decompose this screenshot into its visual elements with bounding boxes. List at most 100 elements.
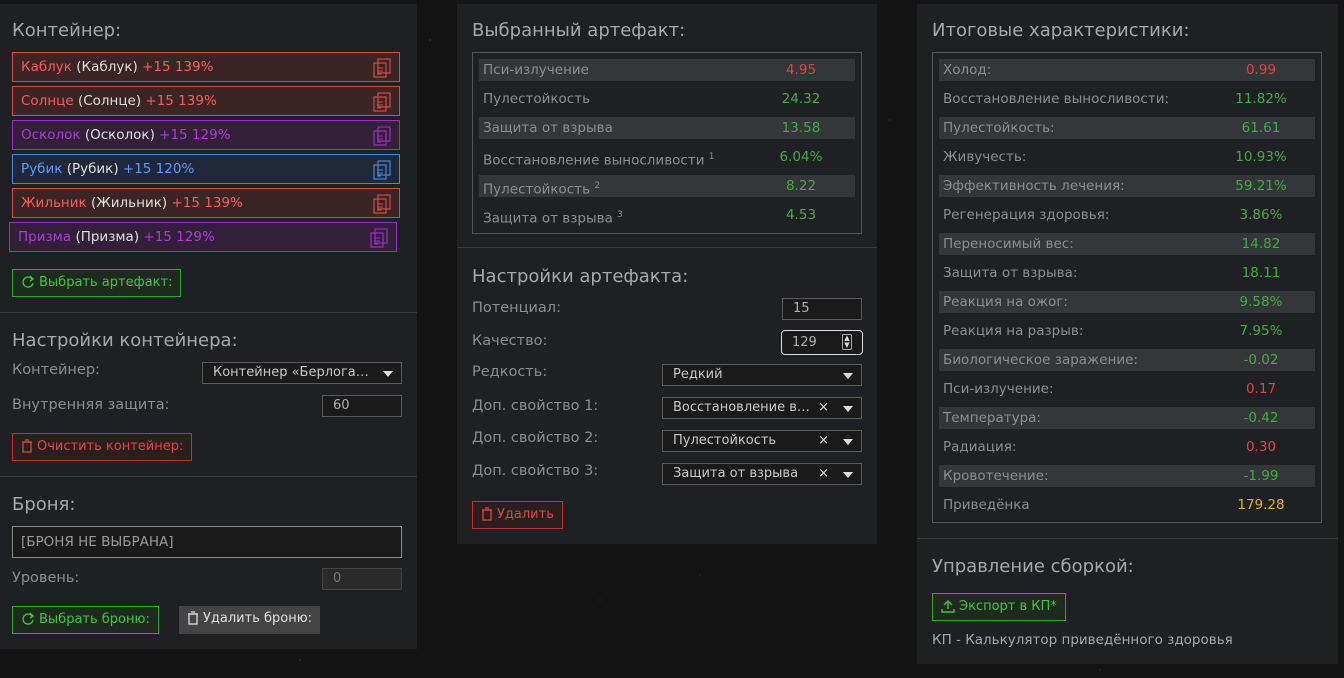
armor-title: Броня: bbox=[12, 494, 76, 515]
divider bbox=[457, 247, 877, 248]
delete-artifact-label: Удалить bbox=[497, 507, 554, 522]
upload-icon bbox=[941, 600, 955, 613]
artifact-original-name: (Солнце) bbox=[77, 93, 142, 109]
prop3-select[interactable]: Защита от взрыва × bbox=[662, 463, 862, 485]
armor-field[interactable]: [БРОНЯ НЕ ВЫБРАНА] bbox=[12, 526, 402, 558]
stat-name: Эффективность лечения: bbox=[943, 178, 1125, 194]
quality-input[interactable]: 129 ▲ ▼ bbox=[781, 330, 863, 355]
stat-index: 2 bbox=[594, 181, 601, 191]
stat-value: 6.04% bbox=[779, 149, 823, 165]
select-artifact-label: Выбрать артефакт: bbox=[39, 275, 173, 290]
copy-icon[interactable] bbox=[373, 92, 391, 112]
container-select[interactable]: Контейнер «Берлога… bbox=[202, 362, 402, 384]
stat-index: 3 bbox=[617, 210, 623, 220]
artifact-slot[interactable]: Солнце (Солнце) +15 139% bbox=[12, 86, 400, 116]
rarity-value: Редкий bbox=[673, 367, 723, 382]
artifact-level: +15 120% bbox=[122, 161, 195, 177]
stat-row: Защита от взрыва 13.58 bbox=[479, 117, 855, 139]
stat-row: Приведёнка 179.28 bbox=[939, 494, 1315, 516]
stat-value: 0.17 bbox=[1245, 381, 1277, 397]
artifact-slot[interactable]: Каблук (Каблук) +15 139% bbox=[12, 52, 400, 82]
chevron-down-icon bbox=[843, 373, 853, 379]
artifact-settings-title: Настройки артефакта: bbox=[472, 266, 689, 287]
stat-row: Восстановление выносливости 1 6.04% bbox=[479, 146, 855, 169]
stat-name: Пулестойкость 2 bbox=[483, 181, 601, 198]
artifact-slot[interactable]: Жильник (Жильник) +15 139% bbox=[12, 188, 400, 218]
stat-value: 14.82 bbox=[1241, 236, 1281, 252]
copy-icon[interactable] bbox=[373, 126, 391, 146]
artifact-name: Призма bbox=[18, 229, 72, 245]
artifact-name: Каблук bbox=[21, 59, 72, 75]
stat-value: 7.95% bbox=[1239, 323, 1283, 339]
rarity-label: Редкость: bbox=[472, 364, 548, 380]
stat-row: Живучесть: 10.93% bbox=[939, 146, 1315, 168]
spinner-icon[interactable]: ▲ ▼ bbox=[842, 334, 852, 350]
artifact-original-name: (Осколок) bbox=[84, 127, 155, 143]
stat-row: Радиация: 0.30 bbox=[939, 436, 1315, 458]
artifact-slot[interactable]: Призма (Призма) +15 129% bbox=[9, 222, 397, 252]
container-label: Контейнер: bbox=[12, 362, 100, 378]
stat-row: Реакция на ожог: 9.58% bbox=[939, 291, 1315, 313]
stat-value: 24.32 bbox=[781, 91, 821, 107]
prop3-label: Доп. свойство 3: bbox=[472, 463, 599, 479]
stat-name: Температура: bbox=[943, 410, 1041, 426]
copy-icon[interactable] bbox=[373, 160, 391, 180]
stat-value: 59.21% bbox=[1235, 178, 1287, 194]
select-armor-button[interactable]: Выбрать броню: bbox=[12, 606, 159, 634]
stat-name: Радиация: bbox=[943, 439, 1017, 455]
stat-name: Переносимый вес: bbox=[943, 236, 1074, 252]
rarity-select[interactable]: Редкий bbox=[662, 364, 862, 386]
chevron-down-icon bbox=[843, 406, 853, 412]
artifact-original-name: (Рубик) bbox=[66, 161, 119, 177]
trash-icon bbox=[22, 439, 32, 453]
artifact-level: +15 139% bbox=[145, 93, 217, 109]
clear-icon[interactable]: × bbox=[818, 398, 829, 418]
stat-row: Пулестойкость 2 8.22 bbox=[479, 175, 855, 198]
stat-name: Восстановление выносливости: bbox=[943, 91, 1170, 107]
container-select-value: Контейнер «Берлога… bbox=[213, 365, 369, 380]
totals-title: Итоговые характеристики: bbox=[932, 20, 1190, 41]
potential-input[interactable]: 15 bbox=[782, 298, 862, 320]
stat-row: Защита от взрыва: 18.11 bbox=[939, 262, 1315, 284]
select-artifact-button[interactable]: Выбрать артефакт: bbox=[12, 269, 182, 297]
stat-row: Холод: 0.99 bbox=[939, 59, 1315, 81]
stat-row: Эффективность лечения: 59.21% bbox=[939, 175, 1315, 197]
trash-icon bbox=[188, 611, 198, 625]
stat-value: 9.58% bbox=[1239, 294, 1283, 310]
copy-icon[interactable] bbox=[373, 58, 391, 78]
stat-name: Кровотечение: bbox=[943, 468, 1049, 484]
prop2-value: Пулестойкость bbox=[673, 433, 777, 448]
prop3-value: Защита от взрыва bbox=[673, 466, 799, 481]
artifact-level: +15 139% bbox=[142, 59, 214, 75]
stat-row: Реакция на разрыв: 7.95% bbox=[939, 320, 1315, 342]
clear-container-label: Очистить контейнер: bbox=[37, 439, 184, 454]
stat-name: Защита от взрыва 3 bbox=[483, 210, 623, 227]
delete-artifact-button[interactable]: Удалить bbox=[472, 501, 563, 529]
prop2-select[interactable]: Пулестойкость × bbox=[662, 430, 862, 452]
clear-container-button[interactable]: Очистить контейнер: bbox=[12, 433, 193, 461]
protection-input[interactable]: 60 bbox=[322, 395, 402, 417]
artifact-original-name: (Жильник) bbox=[90, 195, 168, 211]
copy-icon[interactable] bbox=[373, 194, 391, 214]
stat-row: Кровотечение: -1.99 bbox=[939, 465, 1315, 487]
armor-level-label: Уровень: bbox=[12, 570, 80, 586]
delete-armor-button[interactable]: Удалить броню: bbox=[179, 606, 321, 634]
stat-name: Восстановление выносливости 1 bbox=[483, 152, 715, 169]
artifact-slot[interactable]: Осколок (Осколок) +15 129% bbox=[12, 120, 400, 150]
export-button[interactable]: Экспорт в КП* bbox=[932, 593, 1066, 621]
stat-value: 0.99 bbox=[1245, 62, 1277, 78]
clear-icon[interactable]: × bbox=[818, 431, 829, 451]
artifact-slot[interactable]: Рубик (Рубик) +15 120% bbox=[12, 154, 400, 184]
clear-icon[interactable]: × bbox=[818, 464, 829, 484]
artifact-level: +15 129% bbox=[143, 229, 215, 245]
stat-row: Пулестойкость 24.32 bbox=[479, 88, 855, 110]
stat-value: 10.93% bbox=[1235, 149, 1287, 165]
middle-panel: Выбранный артефакт: Пси-излучение 4.95 Пул… bbox=[457, 4, 877, 544]
prop1-select[interactable]: Восстановление выносливости × bbox=[662, 397, 862, 419]
stat-name: Реакция на разрыв: bbox=[943, 323, 1084, 339]
totals-table: Холод: 0.99 Восстановление выносливости: 11… bbox=[932, 52, 1322, 523]
artifact-name: Жильник bbox=[21, 195, 87, 211]
divider bbox=[0, 312, 417, 313]
stat-value: 13.58 bbox=[781, 120, 821, 136]
copy-icon[interactable] bbox=[370, 228, 388, 248]
